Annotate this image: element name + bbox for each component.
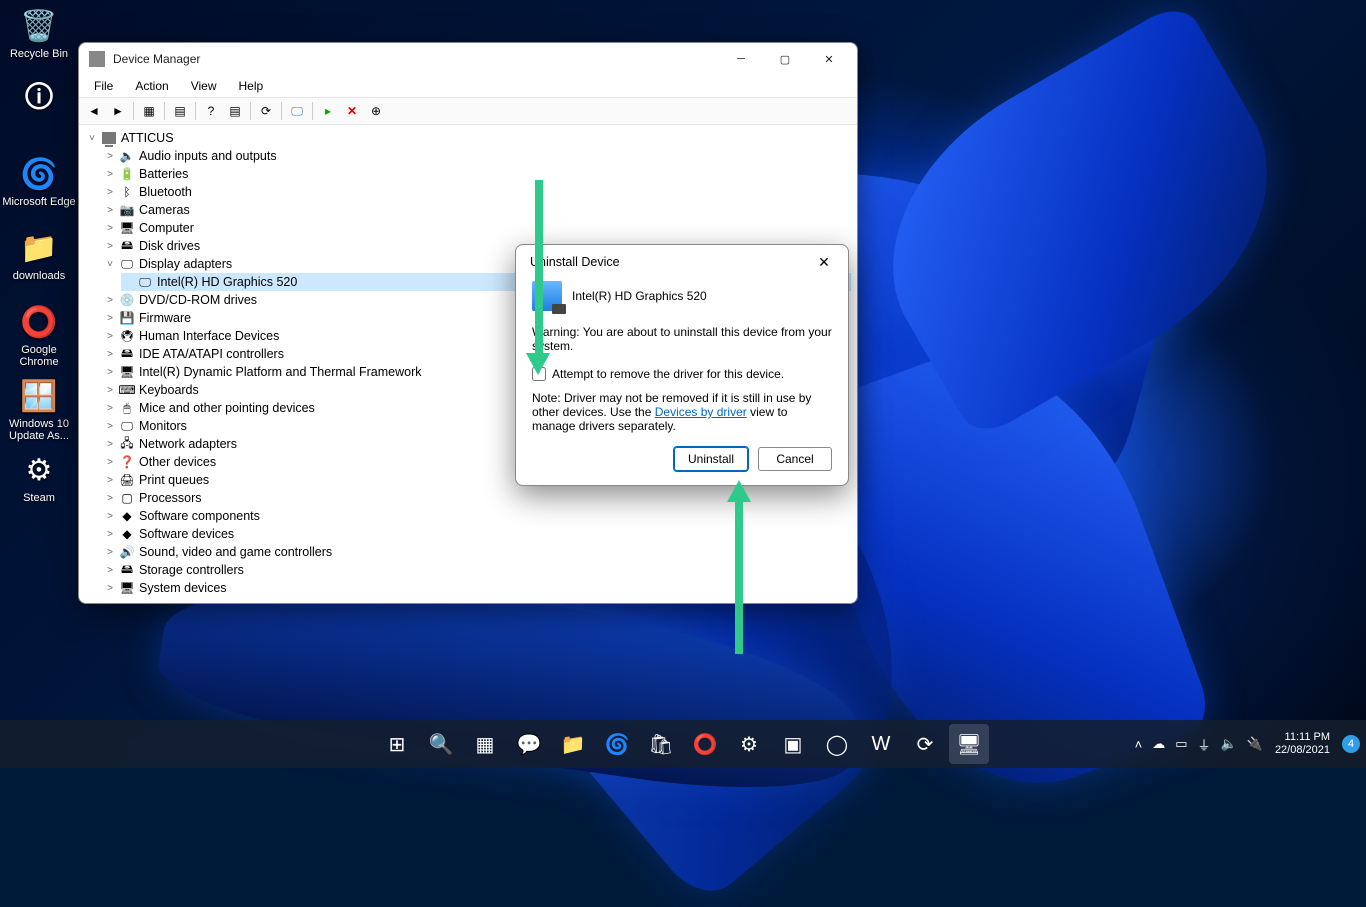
wifi-icon[interactable]: ⏚ bbox=[1198, 735, 1211, 754]
taskbar-chrome[interactable]: ⭕ bbox=[685, 724, 725, 764]
help-button[interactable]: ? bbox=[200, 100, 222, 122]
chrome-icon: ⭕ bbox=[19, 302, 59, 342]
taskbar-devmgr[interactable]: 🖥 bbox=[949, 724, 989, 764]
properties-button[interactable]: ▤ bbox=[169, 100, 191, 122]
device-icon bbox=[532, 281, 562, 311]
tree-category[interactable]: >🔈Audio inputs and outputs bbox=[103, 147, 851, 165]
battery-icon[interactable]: ▭ bbox=[1175, 736, 1187, 752]
taskbar-explorer[interactable]: 📁 bbox=[553, 724, 593, 764]
taskbar-store[interactable]: 🛍 bbox=[641, 724, 681, 764]
tree-root[interactable]: ˅ATTICUS bbox=[85, 129, 851, 147]
tree-category[interactable]: >🔊Sound, video and game controllers bbox=[103, 543, 851, 561]
toolbar: ◄ ► ▦ ▤ ? ▤ ⟳ 🖵 ▸ ✕ ⊕ bbox=[79, 97, 857, 125]
maximize-button[interactable]: ▢ bbox=[763, 43, 807, 75]
scan-button[interactable]: 🖵 bbox=[286, 100, 308, 122]
tray-chevron-icon[interactable]: ˄ bbox=[1135, 737, 1143, 752]
menu-file[interactable]: File bbox=[85, 77, 122, 95]
taskbar-opera[interactable]: ◯ bbox=[817, 724, 857, 764]
recycle-bin-icon: 🗑️ bbox=[19, 6, 59, 46]
back-button[interactable]: ◄ bbox=[83, 100, 105, 122]
taskbar-chat[interactable]: 💬 bbox=[509, 724, 549, 764]
taskbar-start[interactable]: ⊞ bbox=[377, 724, 417, 764]
tree-category[interactable]: >ᛒBluetooth bbox=[103, 183, 851, 201]
forward-button[interactable]: ► bbox=[107, 100, 129, 122]
taskbar: ⊞🔍▦💬📁🌀🛍⭕⚙▣◯W⟳🖥 ˄ ☁ ▭ ⏚ 🔈 🔌 11:11 PM 22/0… bbox=[0, 720, 1366, 768]
update-driver-button[interactable]: ⟳ bbox=[255, 100, 277, 122]
desktop-icon-hwinfo[interactable]: 🛈 bbox=[2, 76, 76, 150]
taskbar-nvidia[interactable]: ▣ bbox=[773, 724, 813, 764]
taskbar-center: ⊞🔍▦💬📁🌀🛍⭕⚙▣◯W⟳🖥 bbox=[377, 724, 989, 764]
tree-category[interactable]: >📷Cameras bbox=[103, 201, 851, 219]
view-button[interactable]: ▤ bbox=[224, 100, 246, 122]
tree-category[interactable]: >🔋Batteries bbox=[103, 165, 851, 183]
enable-button[interactable]: ▸ bbox=[317, 100, 339, 122]
steam-icon: ⚙ bbox=[19, 450, 59, 490]
desktop-icon-chrome[interactable]: ⭕Google Chrome bbox=[2, 298, 76, 372]
remove-driver-checkbox-row[interactable]: Attempt to remove the driver for this de… bbox=[532, 367, 832, 381]
desktop-icon-win10-update[interactable]: 🪟Windows 10 Update As... bbox=[2, 372, 76, 446]
cancel-button[interactable]: Cancel bbox=[758, 447, 832, 471]
menu-help[interactable]: Help bbox=[230, 77, 273, 95]
desktop-icon-edge[interactable]: 🌀Microsoft Edge bbox=[2, 150, 76, 224]
show-hidden-button[interactable]: ▦ bbox=[138, 100, 160, 122]
uninstall-device-dialog: Uninstall Device ✕ Intel(R) HD Graphics … bbox=[515, 244, 849, 486]
menu-action[interactable]: Action bbox=[126, 77, 177, 95]
volume-icon[interactable]: 🔈 bbox=[1221, 736, 1237, 752]
titlebar[interactable]: Device Manager ─ ▢ ✕ bbox=[79, 43, 857, 75]
notification-badge[interactable]: 4 bbox=[1342, 735, 1360, 753]
edge-icon: 🌀 bbox=[19, 154, 59, 194]
desktop-icons: 🗑️Recycle Bin🛈 🌀Microsoft Edge📁downloads⭕… bbox=[2, 2, 76, 520]
dialog-close-button[interactable]: ✕ bbox=[804, 247, 844, 277]
taskbar-steam[interactable]: ⟳ bbox=[905, 724, 945, 764]
tree-category[interactable]: >◆Software components bbox=[103, 507, 851, 525]
system-tray[interactable]: ˄ ☁ ▭ ⏚ 🔈 🔌 11:11 PM 22/08/2021 4 bbox=[1135, 731, 1360, 757]
desktop-icon-downloads[interactable]: 📁downloads bbox=[2, 224, 76, 298]
taskbar-edge[interactable]: 🌀 bbox=[597, 724, 637, 764]
warning-text: Warning: You are about to uninstall this… bbox=[532, 325, 832, 353]
close-button[interactable]: ✕ bbox=[807, 43, 851, 75]
add-legacy-button[interactable]: ⊕ bbox=[365, 100, 387, 122]
tree-category[interactable]: >🖴Storage controllers bbox=[103, 561, 851, 579]
menu-view[interactable]: View bbox=[182, 77, 226, 95]
note-text: Note: Driver may not be removed if it is… bbox=[532, 391, 832, 433]
app-icon bbox=[89, 51, 105, 67]
taskbar-taskview[interactable]: ▦ bbox=[465, 724, 505, 764]
tree-category[interactable]: >◆Software devices bbox=[103, 525, 851, 543]
downloads-icon: 📁 bbox=[19, 228, 59, 268]
window-title: Device Manager bbox=[113, 52, 200, 66]
desktop-icon-steam[interactable]: ⚙Steam bbox=[2, 446, 76, 520]
tree-category[interactable]: >🖥Computer bbox=[103, 219, 851, 237]
desktop-icon-recycle-bin[interactable]: 🗑️Recycle Bin bbox=[2, 2, 76, 76]
devices-by-driver-link[interactable]: Devices by driver bbox=[655, 405, 747, 419]
menubar: FileAction ViewHelp bbox=[79, 75, 857, 97]
remove-driver-label: Attempt to remove the driver for this de… bbox=[552, 367, 784, 381]
taskbar-search[interactable]: 🔍 bbox=[421, 724, 461, 764]
remove-driver-checkbox[interactable] bbox=[532, 367, 546, 381]
taskbar-word[interactable]: W bbox=[861, 724, 901, 764]
power-icon[interactable]: 🔌 bbox=[1247, 736, 1263, 752]
tree-category[interactable]: >▢Processors bbox=[103, 489, 851, 507]
device-name: Intel(R) HD Graphics 520 bbox=[572, 289, 707, 303]
dialog-titlebar[interactable]: Uninstall Device ✕ bbox=[516, 245, 848, 279]
minimize-button[interactable]: ─ bbox=[719, 43, 763, 75]
clock[interactable]: 11:11 PM 22/08/2021 bbox=[1275, 731, 1330, 757]
onedrive-icon[interactable]: ☁ bbox=[1152, 736, 1165, 752]
tree-category[interactable]: >🖥System devices bbox=[103, 579, 851, 597]
win10-update-icon: 🪟 bbox=[19, 376, 59, 416]
uninstall-button[interactable]: ✕ bbox=[341, 100, 363, 122]
taskbar-settings[interactable]: ⚙ bbox=[729, 724, 769, 764]
dialog-title: Uninstall Device bbox=[530, 255, 620, 269]
hwinfo-icon: 🛈 bbox=[19, 80, 59, 120]
uninstall-button[interactable]: Uninstall bbox=[674, 447, 748, 471]
